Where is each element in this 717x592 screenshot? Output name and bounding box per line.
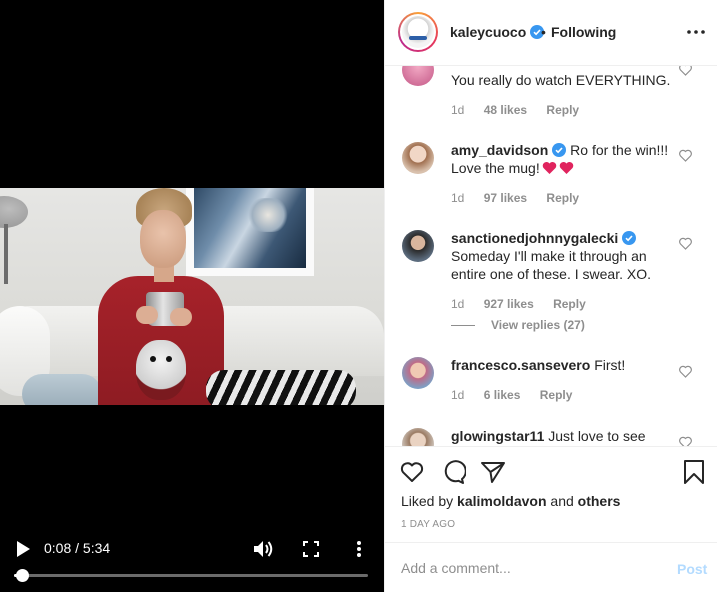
red-heart-emoji-icon (542, 162, 556, 174)
view-replies-button[interactable]: View replies (27) (385, 318, 585, 332)
liked-by-prefix: Liked by (401, 493, 454, 509)
comment-meta: 1d 927 likes Reply (451, 297, 602, 311)
comment-age: 1d (451, 191, 465, 205)
comment-text: sanctionedjohnnygalecki Someday I'll mak… (451, 230, 651, 282)
verified-badge-icon (622, 231, 637, 245)
person-hand (170, 308, 192, 326)
comment-likes[interactable]: 48 likes (484, 103, 527, 117)
view-replies-label: View replies (27) (491, 318, 585, 332)
volume-icon[interactable] (252, 538, 276, 560)
like-heart-icon[interactable] (679, 365, 692, 378)
post-timestamp[interactable]: 1 DAY AGO (401, 519, 455, 530)
comment-avatar[interactable] (402, 428, 434, 446)
comment-username[interactable]: sanctionedjohnnygalecki (451, 230, 618, 246)
comment-age: 1d (451, 297, 465, 311)
add-comment-bar: Post (385, 542, 717, 592)
comment-avatar[interactable] (402, 142, 434, 174)
like-heart-icon[interactable] (679, 149, 692, 162)
like-heart-icon[interactable] (679, 237, 692, 250)
red-heart-emoji-icon (559, 162, 573, 174)
comment-input[interactable] (401, 557, 661, 579)
comment-text: You really do watch EVERYTHING. (451, 72, 671, 88)
video-progress-bar[interactable] (14, 569, 368, 582)
video-frame[interactable] (0, 188, 384, 405)
header-username[interactable]: kaleycuoco (450, 24, 526, 40)
striped-pillow (206, 370, 356, 405)
bookmark-save-icon[interactable] (681, 459, 707, 485)
comment-age: 1d (451, 103, 465, 117)
more-vertical-icon[interactable] (348, 538, 370, 560)
person-hand (136, 306, 158, 324)
liked-by-user[interactable]: kalimoldavon (457, 493, 546, 509)
reply-button[interactable]: Reply (540, 388, 573, 402)
comment-text: francesco.sansevero First! (451, 357, 626, 373)
reply-button[interactable]: Reply (546, 103, 579, 117)
like-heart-icon[interactable] (399, 459, 425, 485)
comment-username[interactable]: amy_davidson (451, 142, 548, 158)
comment-meta: 1d 6 likes Reply (451, 388, 588, 402)
reply-button[interactable]: Reply (546, 191, 579, 205)
comments-list[interactable]: You really do watch EVERYTHING. 1d 48 li… (385, 66, 717, 446)
avatar-logo (402, 16, 434, 48)
person-legs-left (22, 374, 102, 405)
like-heart-icon[interactable] (679, 436, 692, 446)
comment-meta: 1d 97 likes Reply (451, 191, 595, 205)
comment-text: glowingstar11 Just love to see (451, 428, 646, 444)
comment-username[interactable]: glowingstar11 (451, 428, 544, 444)
profile-avatar[interactable] (398, 12, 438, 52)
comment-bubble-icon[interactable] (440, 459, 466, 485)
more-options-icon[interactable] (685, 22, 707, 42)
comment-likes[interactable]: 927 likes (484, 297, 534, 311)
sweater-snowman (136, 340, 186, 400)
post-comment-button[interactable]: Post (677, 561, 707, 577)
avatar-logo-bar (409, 36, 427, 40)
header-username-group: kaleycuoco (450, 24, 545, 40)
comment-avatar[interactable] (402, 357, 434, 389)
header-separator: • (541, 24, 546, 40)
comment-age: 1d (451, 388, 465, 402)
painting-highlight (248, 198, 288, 232)
avatar-image (400, 14, 436, 50)
verified-badge-icon (552, 143, 567, 157)
liked-by-text: Liked by kalimoldavon and others (401, 493, 620, 509)
comment-likes[interactable]: 6 likes (484, 388, 521, 402)
fullscreen-icon[interactable] (300, 538, 322, 560)
video-time: 0:08 / 5:34 (44, 540, 111, 556)
comment-avatar[interactable] (402, 66, 434, 86)
post-sidebar: kaleycuoco • Following You really do wat… (384, 0, 717, 592)
share-paper-plane-icon[interactable] (480, 459, 506, 485)
video-controls: 0:08 / 5:34 (0, 530, 384, 592)
snowman-eye (150, 356, 156, 362)
like-heart-icon[interactable] (679, 66, 692, 76)
comment-avatar[interactable] (402, 230, 434, 262)
post-header: kaleycuoco • Following (385, 0, 717, 66)
wall-painting (186, 188, 314, 276)
liked-by-and: and (550, 493, 574, 509)
snowman-eye (166, 356, 172, 362)
play-icon[interactable] (12, 538, 34, 560)
post-actions: Liked by kalimoldavon and others 1 DAY A… (385, 446, 717, 540)
comment-text: amy_davidson Ro for the win!!! Love the … (451, 142, 669, 176)
painting-canvas (194, 188, 306, 268)
following-button[interactable]: Following (551, 24, 616, 40)
reply-button[interactable]: Reply (553, 297, 586, 311)
video-progress-thumb[interactable] (16, 569, 30, 582)
person-face (140, 210, 186, 268)
view-replies-line (451, 325, 475, 327)
comment-likes[interactable]: 97 likes (484, 191, 527, 205)
liked-by-others[interactable]: others (578, 493, 621, 509)
lamp-stem (4, 224, 8, 284)
comment-username[interactable]: francesco.sansevero (451, 357, 590, 373)
video-player[interactable]: 0:08 / 5:34 (0, 0, 384, 592)
comment-meta: 1d 48 likes Reply (451, 103, 595, 117)
